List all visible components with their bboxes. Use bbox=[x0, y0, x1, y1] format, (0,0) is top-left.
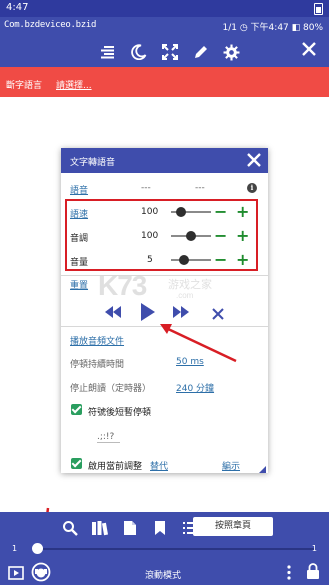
toolbar bbox=[98, 41, 241, 63]
watermark-domain: .com bbox=[176, 291, 194, 300]
battery-icon bbox=[314, 3, 323, 15]
bookmark-icon[interactable] bbox=[150, 518, 169, 537]
play-audio-file-link[interactable]: 播放音頻文件 bbox=[70, 334, 124, 347]
dialog-title: 文字轉語音 bbox=[70, 158, 116, 168]
moon-icon[interactable] bbox=[129, 43, 148, 62]
reset-link[interactable]: 重置 bbox=[70, 278, 88, 291]
more-vert-icon[interactable] bbox=[286, 565, 292, 584]
watermark-main: K73 bbox=[98, 270, 147, 301]
voice-link[interactable]: 語音 bbox=[70, 183, 88, 196]
edit-link[interactable]: 編示 bbox=[222, 459, 240, 472]
page-start: 1 bbox=[12, 544, 18, 553]
fullscreen-icon[interactable] bbox=[160, 43, 179, 62]
status-right: 1/1 ◷ 下午4:47 ◧ 80% bbox=[222, 23, 324, 33]
replace-label: 啟用當前調整 bbox=[88, 462, 143, 472]
pause-after-symbol-checkbox[interactable] bbox=[71, 404, 82, 415]
status-bar: 4:47 bbox=[0, 0, 329, 17]
app-bar: Com.bzdeviceo.bzid 1/1 ◷ 下午4:47 ◧ 80% bbox=[0, 17, 329, 67]
pause-after-symbol-label: 符號後短暫停頓 bbox=[88, 408, 152, 418]
tts-headset-icon[interactable] bbox=[31, 562, 51, 585]
page-progress-thumb[interactable] bbox=[32, 543, 43, 554]
replace-link[interactable]: 替代 bbox=[150, 459, 168, 472]
resize-corner-icon[interactable] bbox=[256, 461, 266, 473]
pause-duration-value[interactable]: 50 ms bbox=[176, 357, 204, 367]
search-icon[interactable] bbox=[60, 518, 79, 537]
dialog-close-icon[interactable] bbox=[246, 152, 262, 168]
close-icon[interactable] bbox=[301, 41, 321, 61]
voice-value-2: --- bbox=[195, 183, 205, 193]
pencil-icon[interactable] bbox=[191, 43, 210, 62]
highlight-box bbox=[65, 199, 258, 271]
info-icon[interactable]: i bbox=[247, 183, 257, 193]
align-icon[interactable] bbox=[98, 43, 117, 62]
hyphenation-label: 斷字語言 bbox=[6, 81, 43, 91]
voice-value-1: --- bbox=[141, 183, 151, 193]
package-name: Com.bzdeviceo.bzid bbox=[4, 20, 97, 30]
tts-dialog: 文字轉語音 語音 --- --- i 語速 100 − + 音調 100 − +… bbox=[61, 148, 268, 473]
file-icon[interactable] bbox=[120, 518, 139, 537]
page-progress-track[interactable] bbox=[32, 548, 314, 550]
books-icon[interactable] bbox=[90, 518, 109, 537]
symbols-field[interactable]: .;:!? bbox=[97, 432, 121, 443]
replace-checkbox[interactable] bbox=[71, 458, 82, 469]
bottom-bar: 按照章頁 1 1 滾動模式 bbox=[0, 512, 329, 585]
gear-icon[interactable] bbox=[222, 43, 241, 62]
stop-timer-label: 停止朗讀（定時器） bbox=[70, 384, 152, 394]
hyphenation-bar: 斷字語言 請選擇... bbox=[0, 67, 329, 97]
status-time: 4:47 bbox=[6, 2, 29, 13]
pause-duration-label: 停頓持續時間 bbox=[70, 360, 125, 370]
scroll-mode-label[interactable]: 滾動模式 bbox=[145, 568, 181, 581]
lock-icon[interactable] bbox=[306, 563, 320, 584]
watermark: K73 游戏之家 .com bbox=[98, 270, 228, 310]
bottom-toolbar bbox=[60, 518, 199, 537]
watermark-cn: 游戏之家 bbox=[168, 278, 212, 291]
play-box-icon[interactable] bbox=[8, 565, 24, 584]
divider bbox=[61, 326, 268, 327]
page-mode-button[interactable]: 按照章頁 bbox=[193, 517, 273, 536]
language-select[interactable]: 請選擇... bbox=[56, 78, 92, 91]
dialog-header: 文字轉語音 bbox=[61, 148, 268, 173]
stop-timer-value[interactable]: 240 分鐘 bbox=[176, 381, 214, 394]
